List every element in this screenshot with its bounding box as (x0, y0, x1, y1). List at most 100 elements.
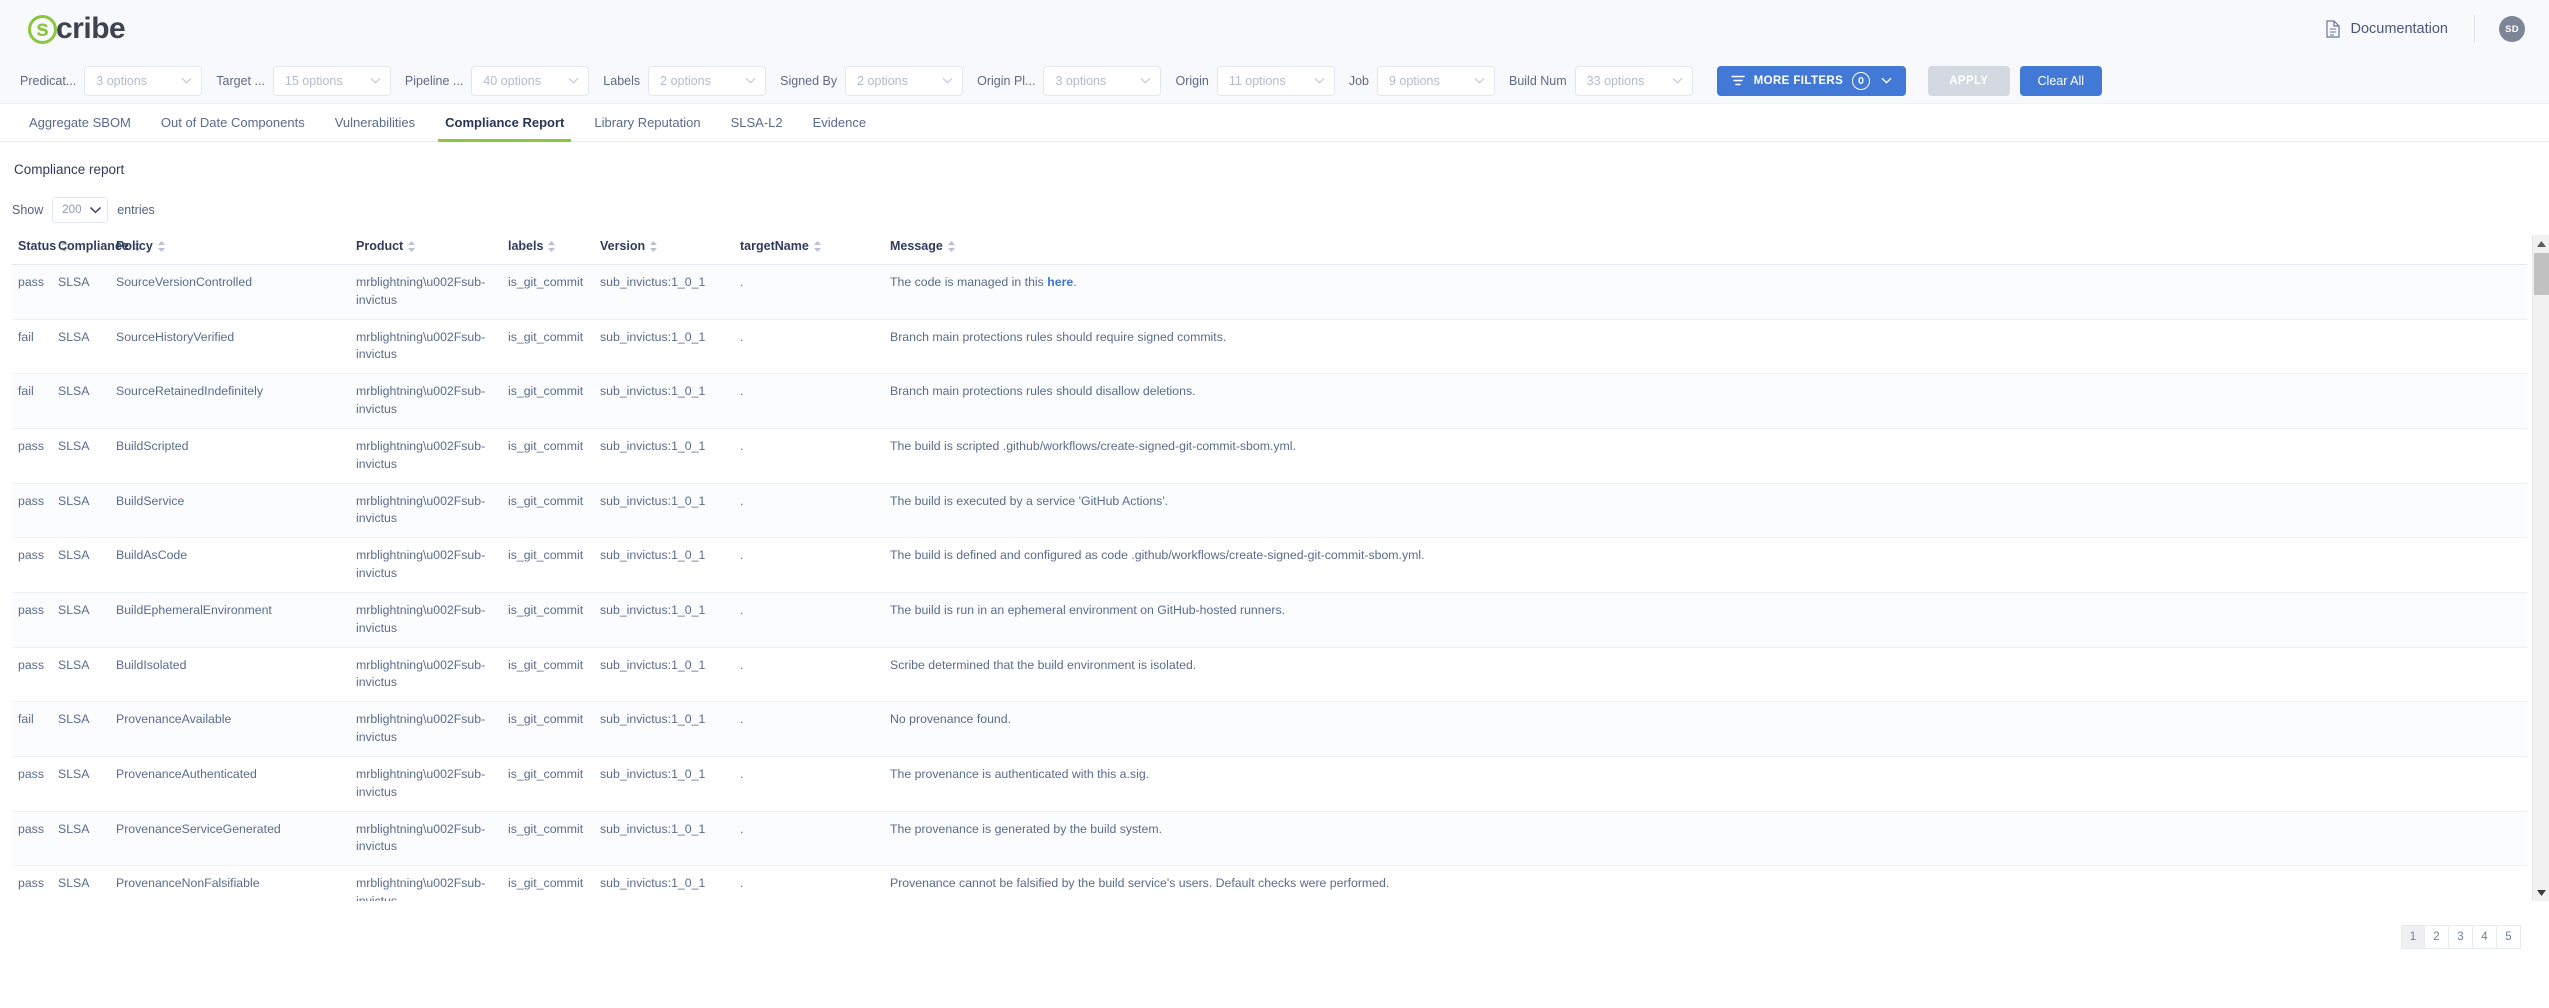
table-row[interactable]: pass SLSA SourceVersionControlled mrblightn… (12, 264, 2527, 320)
cell-product: mrblightning\u002Fsub-invictus (350, 701, 502, 757)
page-button-4[interactable]: 4 (2473, 925, 2497, 949)
tab-library-reputation[interactable]: Library Reputation (579, 104, 715, 141)
cell-policy: BuildEphemeralEnvironment (110, 592, 350, 648)
filter-group-7: Job 9 options (1348, 65, 1495, 96)
filter-select[interactable]: 2 options (648, 65, 767, 96)
header-divider (2474, 15, 2475, 43)
column-header-status[interactable]: Status (12, 235, 69, 265)
cell-status: pass (12, 865, 52, 901)
filter-group-1: Target ... 15 options (216, 65, 391, 96)
page-button-3[interactable]: 3 (2449, 925, 2473, 949)
sort-icon (408, 240, 416, 252)
column-header-message[interactable]: Message (884, 235, 2527, 265)
column-header-product[interactable]: Product (350, 235, 502, 265)
column-header-policy[interactable]: Policy (110, 235, 350, 265)
filter-select[interactable]: 40 options (471, 65, 590, 96)
table-row[interactable]: fail SLSA ProvenanceAvailable mrblightning\… (12, 701, 2527, 757)
scrollbar-thumb[interactable] (2534, 253, 2549, 295)
cell-compliance: SLSA (52, 537, 110, 593)
cell-compliance: SLSA (52, 811, 110, 867)
table-row[interactable]: pass SLSA ProvenanceServiceGenerated mrblig… (12, 811, 2527, 867)
documentation-link[interactable]: Documentation (2325, 20, 2474, 38)
page-button-2[interactable]: 2 (2425, 925, 2449, 949)
cell-labels: is_git_commit (502, 701, 594, 757)
filter-label: Job (1348, 73, 1369, 88)
top-bar: s cribe Documentation SD (0, 0, 2549, 58)
table-row[interactable]: pass SLSA BuildService mrblightning\u002Fsu… (12, 483, 2527, 539)
cell-status: pass (12, 647, 52, 703)
column-header-label: targetName (740, 239, 809, 253)
scroll-down-button[interactable] (2533, 884, 2549, 901)
filter-value: 3 options (96, 73, 148, 88)
cell-targetname: . (734, 373, 884, 429)
cell-policy: SourceRetainedIndefinitely (110, 373, 350, 429)
documentation-label: Documentation (2350, 21, 2448, 37)
cell-status: fail (12, 701, 52, 757)
clear-all-button[interactable]: Clear All (2019, 65, 2103, 96)
filter-label: Target ... (216, 73, 265, 88)
chevron-down-icon (181, 77, 192, 84)
apply-button[interactable]: APPLY (1928, 65, 2010, 96)
table-row[interactable]: pass SLSA BuildAsCode mrblightning\u002Fsub… (12, 537, 2527, 593)
filter-value: 40 options (483, 73, 541, 88)
filter-label: Pipeline ... (404, 73, 464, 88)
table-region: Status Compliance Policy Product labels Versi… (0, 235, 2549, 901)
tab-evidence[interactable]: Evidence (798, 104, 881, 141)
cell-compliance: SLSA (52, 756, 110, 812)
cell-product: mrblightning\u002Fsub-invictus (350, 865, 502, 901)
sort-icon (548, 240, 556, 252)
table-row[interactable]: fail SLSA SourceHistoryVerified mrblightnin… (12, 319, 2527, 375)
filter-label: Predicat... (20, 73, 77, 88)
page-button-1[interactable]: 1 (2401, 925, 2425, 949)
tab-slsa-l2[interactable]: SLSA-L2 (716, 104, 798, 141)
filter-label: Origin Pl... (977, 73, 1036, 88)
scroll-up-button[interactable] (2533, 235, 2549, 252)
column-header-version[interactable]: Version (594, 235, 734, 265)
chevron-down-icon (370, 77, 381, 84)
table-row[interactable]: pass SLSA ProvenanceAuthenticated mrblightn… (12, 756, 2527, 812)
filter-select[interactable]: 11 options (1216, 65, 1335, 96)
more-filters-button[interactable]: MORE FILTERS 0 (1716, 65, 1907, 96)
scribe-logo[interactable]: s cribe (28, 12, 126, 46)
cell-version: sub_invictus:1_0_1 (594, 483, 734, 539)
cell-status: fail (12, 319, 52, 375)
table-row[interactable]: pass SLSA BuildScripted mrblightning\u002Fs… (12, 428, 2527, 484)
column-header-targetname[interactable]: targetName (734, 235, 884, 265)
cell-status: pass (12, 537, 52, 593)
filter-select[interactable]: 3 options (1043, 65, 1162, 96)
cell-status: pass (12, 756, 52, 812)
column-header-compliance[interactable]: Compliance (52, 235, 141, 265)
tab-out-of-date-components[interactable]: Out of Date Components (146, 104, 320, 141)
message-prefix: The code is managed in this (890, 275, 1048, 289)
table-row[interactable]: pass SLSA BuildEphemeralEnvironment mrbligh… (12, 592, 2527, 648)
filter-value: 33 options (1586, 73, 1645, 88)
cell-targetname: . (734, 592, 884, 648)
avatar[interactable]: SD (2499, 16, 2525, 42)
table-row[interactable]: fail SLSA SourceRetainedIndefinitely mrblig… (12, 373, 2527, 429)
chevron-down-icon (942, 77, 953, 84)
cell-product: mrblightning\u002Fsub-invictus (350, 483, 502, 539)
tab-aggregate-sbom[interactable]: Aggregate SBOM (14, 104, 146, 141)
entries-label: entries (117, 203, 155, 217)
table-row[interactable]: pass SLSA BuildIsolated mrblightning\u002Fs… (12, 647, 2527, 703)
table-row[interactable]: pass SLSA ProvenanceNonFalsifiable mrblight… (12, 865, 2527, 901)
filter-select[interactable]: 9 options (1376, 65, 1495, 96)
cell-labels: is_git_commit (502, 811, 594, 867)
entries-select[interactable]: 200 (52, 197, 109, 223)
filter-select[interactable]: 15 options (272, 65, 391, 96)
cell-labels: is_git_commit (502, 756, 594, 812)
chevron-down-icon (745, 77, 756, 84)
tab-vulnerabilities[interactable]: Vulnerabilities (320, 104, 430, 141)
filter-select[interactable]: 3 options (84, 65, 203, 96)
cell-compliance: SLSA (52, 264, 110, 320)
page-button-5[interactable]: 5 (2497, 925, 2521, 949)
filter-select[interactable]: 2 options (845, 65, 964, 96)
message-link[interactable]: here (1047, 275, 1073, 289)
tab-compliance-report[interactable]: Compliance Report (430, 104, 579, 142)
filter-select[interactable]: 33 options (1574, 65, 1693, 96)
cell-targetname: . (734, 647, 884, 703)
cell-targetname: . (734, 811, 884, 867)
column-header-labels[interactable]: labels (502, 235, 594, 265)
vertical-scrollbar[interactable] (2532, 235, 2549, 901)
cell-labels: is_git_commit (502, 592, 594, 648)
